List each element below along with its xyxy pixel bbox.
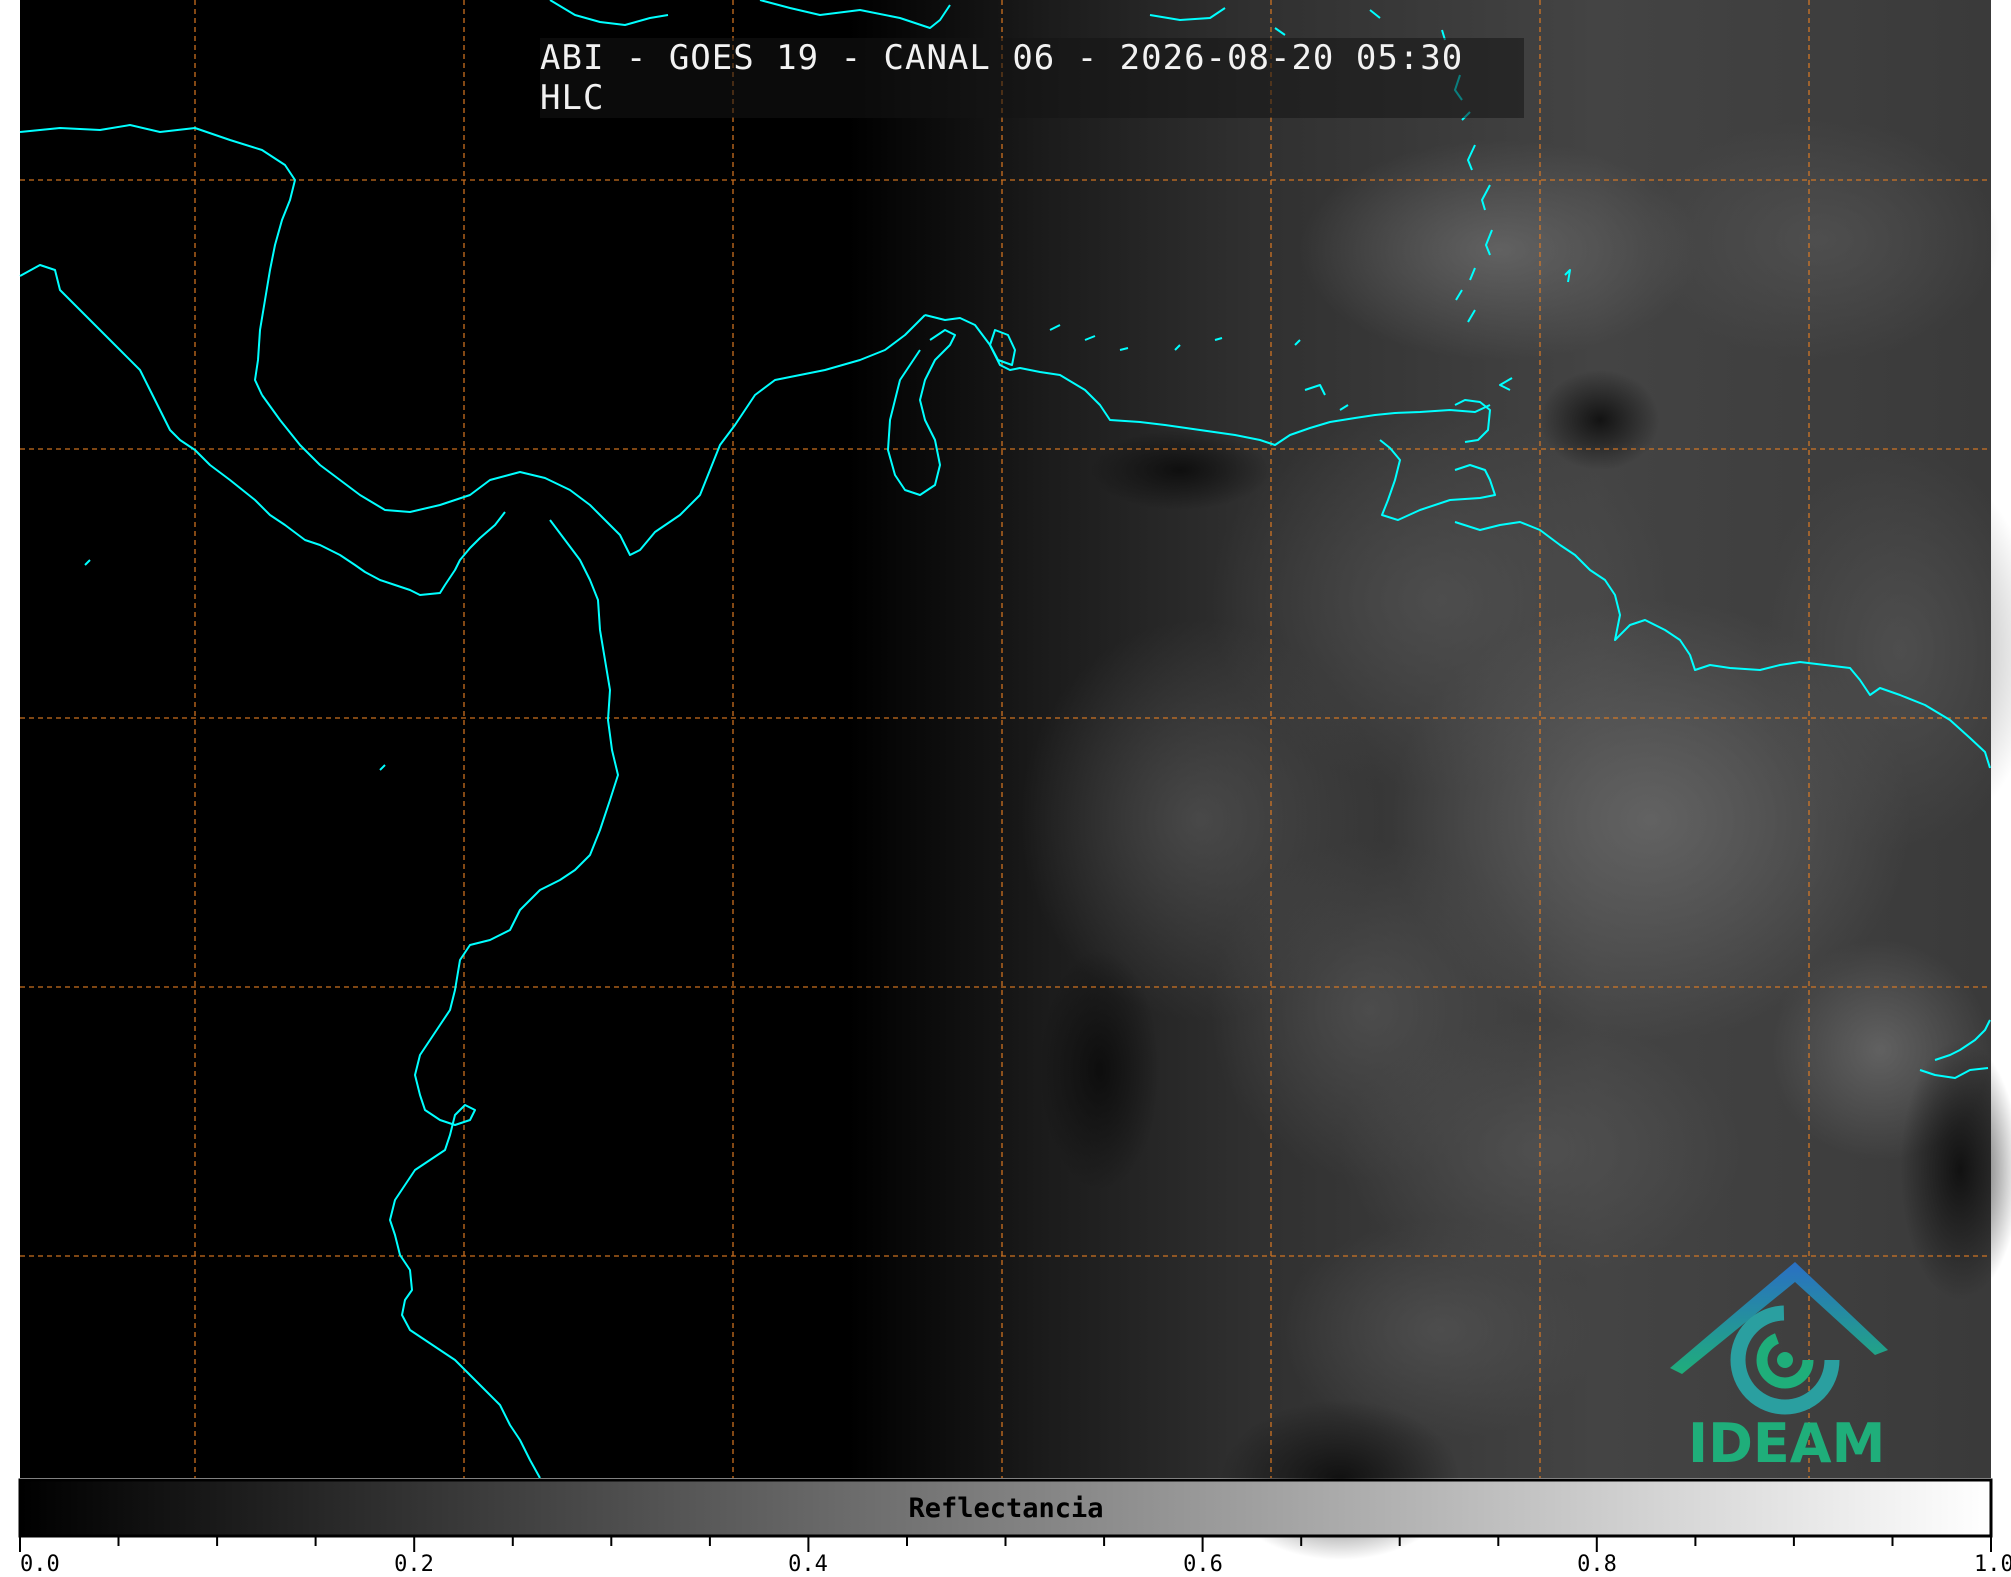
ideam-logo-text: IDEAM: [1688, 1412, 1886, 1475]
colorbar-tick-label: 0.0: [20, 1552, 60, 1577]
image-title: ABI - GOES 19 - CANAL 06 - 2026-08-20 05…: [540, 38, 1524, 118]
satellite-map: [18, 0, 2011, 1560]
satellite-image-view: ABI - GOES 19 - CANAL 06 - 2026-08-20 05…: [0, 0, 2011, 1577]
colorbar-label: Reflectancia: [908, 1492, 1104, 1524]
colorbar-ticks: [19, 1536, 1992, 1552]
colorbar-tick-label: 0.2: [394, 1552, 434, 1577]
logo-swirl-center: [1777, 1352, 1793, 1368]
colorbar-tick-label: 1.0: [1974, 1552, 2011, 1577]
colorbar-tick-label: 0.4: [788, 1552, 828, 1577]
colorbar-tick-label: 0.6: [1183, 1552, 1223, 1577]
colorbar-tick-label: 0.8: [1577, 1552, 1617, 1577]
